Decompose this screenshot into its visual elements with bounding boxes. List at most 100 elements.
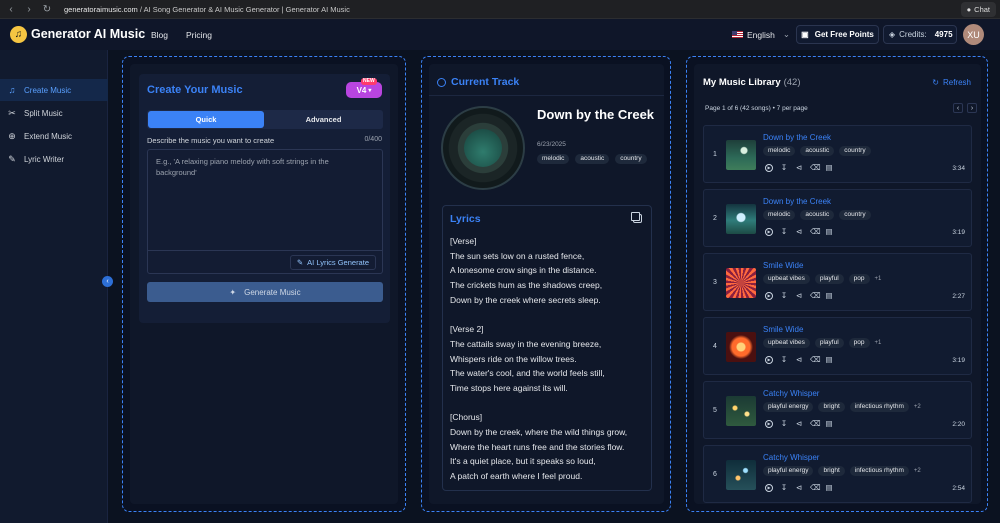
back-icon[interactable]: ‹ (4, 2, 18, 16)
library-row[interactable]: 6 Catchy Whisper playful energy bright inf… (703, 445, 972, 503)
trash-icon[interactable]: ⌫ (810, 356, 821, 364)
tag: upbeat vibes (763, 274, 810, 284)
tag: acoustic (800, 210, 835, 220)
create-panel-inner: Create Your Music V4 ▾ NEW Quick Advanced… (130, 64, 398, 504)
tag: country (615, 154, 647, 164)
song-duration: 2:27 (952, 293, 965, 300)
nav-blog[interactable]: Blog (151, 30, 168, 40)
description-input[interactable]: E.g., 'A relaxing piano melody with soft… (147, 149, 383, 274)
sidebar-item-lyric-writer[interactable]: ✎ Lyric Writer (0, 148, 108, 170)
play-icon[interactable]: ▶ (765, 292, 773, 300)
album-disc[interactable] (441, 106, 525, 190)
song-thumbnail[interactable] (726, 268, 756, 298)
song-title: Down by the Creek (537, 107, 655, 122)
forward-icon[interactable]: › (22, 2, 36, 16)
sidebar-item-split-music[interactable]: ✂ Split Music (0, 102, 108, 124)
sidebar-item-extend-music[interactable]: ⊕ Extend Music (0, 125, 108, 147)
more-tags-count[interactable]: +1 (875, 340, 882, 346)
prev-page-button[interactable]: ‹ (953, 103, 963, 113)
row-index: 5 (713, 407, 717, 414)
trash-icon[interactable]: ⌫ (810, 420, 821, 428)
tab-quick[interactable]: Quick (148, 111, 264, 128)
chat-button[interactable]: ● Chat (960, 2, 996, 17)
song-thumbnail[interactable] (726, 460, 756, 490)
share-icon[interactable]: ⊲ (795, 484, 803, 492)
trash-icon[interactable]: ⌫ (810, 228, 821, 236)
more-tags-count[interactable]: +1 (875, 276, 882, 282)
current-track-inner: Current Track Down by the Creek 6/23/202… (429, 64, 664, 504)
sidebar-item-create-music[interactable]: ♫ Create Music (0, 79, 108, 101)
document-icon[interactable]: ▤ (825, 420, 833, 428)
song-title-link[interactable]: Smile Wide (763, 325, 803, 334)
row-index: 3 (713, 279, 717, 286)
download-icon[interactable]: ↧ (780, 228, 788, 236)
download-icon[interactable]: ↧ (780, 420, 788, 428)
lyrics-text: [Verse] The sun sets low on a rusted fenc… (450, 234, 650, 484)
document-icon[interactable]: ▤ (825, 164, 833, 172)
address-bar[interactable]: generatoraimusic.com / AI Song Generator… (64, 5, 350, 14)
ai-lyrics-generate-button[interactable]: ✎ AI Lyrics Generate (289, 255, 376, 270)
play-icon[interactable]: ▶ (765, 164, 773, 172)
chevron-left-icon: ‹ (956, 104, 960, 112)
document-icon[interactable]: ▤ (825, 228, 833, 236)
song-title-link[interactable]: Down by the Creek (763, 133, 831, 142)
lyrics-line (450, 396, 650, 411)
share-icon[interactable]: ⊲ (795, 356, 803, 364)
download-icon[interactable]: ↧ (780, 356, 788, 364)
library-row[interactable]: 2 Down by the Creek melodic acoustic count… (703, 189, 972, 247)
generate-music-button[interactable]: ✦ Generate Music (147, 282, 383, 302)
avatar[interactable]: XU (963, 24, 984, 45)
song-title-link[interactable]: Down by the Creek (763, 197, 831, 206)
more-tags-count[interactable]: +2 (914, 404, 921, 410)
refresh-button[interactable]: ↻ Refresh (932, 78, 971, 87)
document-icon[interactable]: ▤ (825, 292, 833, 300)
play-icon[interactable]: ▶ (765, 228, 773, 236)
song-title-link[interactable]: Catchy Whisper (763, 389, 819, 398)
row-index: 1 (713, 151, 717, 158)
play-icon[interactable]: ▶ (765, 356, 773, 364)
current-track-title: Current Track (437, 76, 519, 88)
copy-icon[interactable] (631, 212, 642, 223)
get-free-points-button[interactable]: ▣ Get Free Points (796, 25, 879, 44)
reload-icon[interactable]: ↻ (40, 2, 54, 16)
logo-icon[interactable]: ♫ (10, 26, 27, 43)
next-page-button[interactable]: › (967, 103, 977, 113)
play-icon[interactable]: ▶ (765, 420, 773, 428)
chevron-left-icon: ‹ (106, 278, 109, 285)
sidebar-collapse-button[interactable]: ‹ (102, 276, 113, 287)
char-count: 0/400 (364, 136, 382, 143)
song-title-link[interactable]: Smile Wide (763, 261, 803, 270)
share-icon[interactable]: ⊲ (795, 292, 803, 300)
document-icon[interactable]: ▤ (825, 484, 833, 492)
language-selector[interactable]: English ⌄ (732, 29, 790, 40)
library-row[interactable]: 3 Smile Wide upbeat vibes playful pop +1 ▶ … (703, 253, 972, 311)
download-icon[interactable]: ↧ (780, 292, 788, 300)
song-thumbnail[interactable] (726, 140, 756, 170)
song-thumbnail[interactable] (726, 396, 756, 426)
album-art (464, 129, 502, 167)
more-tags-count[interactable]: +2 (914, 468, 921, 474)
document-icon[interactable]: ▤ (825, 356, 833, 364)
library-row[interactable]: 1 Down by the Creek melodic acoustic count… (703, 125, 972, 183)
library-row[interactable]: 4 Smile Wide upbeat vibes playful pop +1 ▶ … (703, 317, 972, 375)
download-icon[interactable]: ↧ (780, 164, 788, 172)
song-thumbnail[interactable] (726, 332, 756, 362)
song-thumbnail[interactable] (726, 204, 756, 234)
lyrics-line: [Chorus] (450, 412, 483, 423)
trash-icon[interactable]: ⌫ (810, 484, 821, 492)
song-duration: 2:20 (952, 421, 965, 428)
trash-icon[interactable]: ⌫ (810, 164, 821, 172)
share-icon[interactable]: ⊲ (795, 164, 803, 172)
share-icon[interactable]: ⊲ (795, 228, 803, 236)
library-row[interactable]: 5 Catchy Whisper playful energy bright inf… (703, 381, 972, 439)
nav-pricing[interactable]: Pricing (186, 30, 212, 40)
trash-icon[interactable]: ⌫ (810, 292, 821, 300)
share-icon[interactable]: ⊲ (795, 420, 803, 428)
play-icon[interactable]: ▶ (765, 484, 773, 492)
download-icon[interactable]: ↧ (780, 484, 788, 492)
music-note-icon: ♫ (8, 85, 16, 95)
tab-advanced[interactable]: Advanced (265, 111, 382, 128)
chat-icon: ● (966, 5, 972, 14)
logo-text[interactable]: Generator AI Music (31, 27, 145, 41)
song-title-link[interactable]: Catchy Whisper (763, 453, 819, 462)
